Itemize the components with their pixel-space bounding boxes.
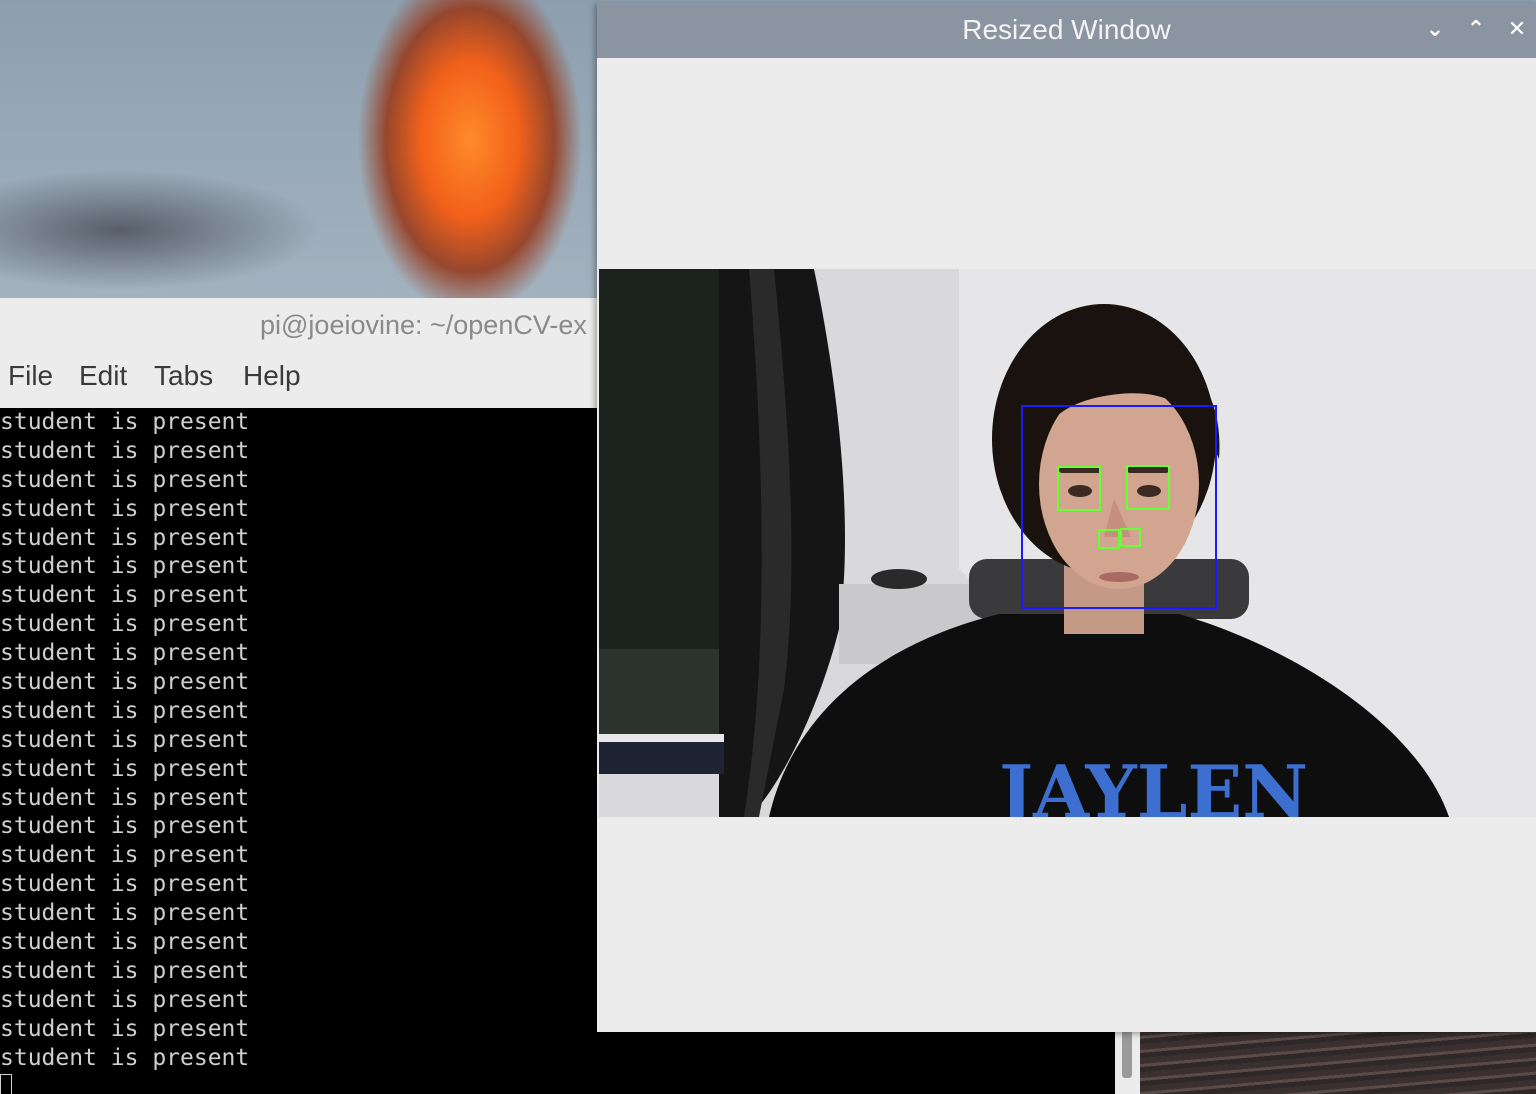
wallpaper-sky-cloud xyxy=(0,0,600,300)
camera-image: JAYLEN xyxy=(599,269,1536,817)
chevron-down-icon[interactable]: ⌄ xyxy=(1421,16,1449,44)
opencv-window[interactable]: Resized Window ⌄ ⌃ ✕ JAYLEN xyxy=(597,2,1536,1032)
terminal-scroll-thumb[interactable] xyxy=(1122,1028,1132,1078)
shirt-text: JAYLEN xyxy=(993,749,1308,817)
menu-file[interactable]: File xyxy=(8,360,53,392)
menu-tabs[interactable]: Tabs xyxy=(154,360,213,392)
opencv-titlebar[interactable]: Resized Window ⌄ ⌃ ✕ xyxy=(597,2,1536,58)
terminal-line: student is present xyxy=(0,1044,250,1071)
menu-edit[interactable]: Edit xyxy=(79,360,127,392)
close-icon[interactable]: ✕ xyxy=(1503,16,1531,44)
terminal-title: pi@joeiovine: ~/openCV-ex xyxy=(260,310,587,340)
wallpaper-sea xyxy=(1140,1030,1536,1094)
chevron-up-icon[interactable]: ⌃ xyxy=(1462,16,1490,44)
camera-frame: JAYLEN xyxy=(599,269,1536,817)
opencv-window-title: Resized Window xyxy=(962,14,1171,45)
terminal-cursor xyxy=(0,1074,12,1094)
menu-help[interactable]: Help xyxy=(243,360,301,392)
